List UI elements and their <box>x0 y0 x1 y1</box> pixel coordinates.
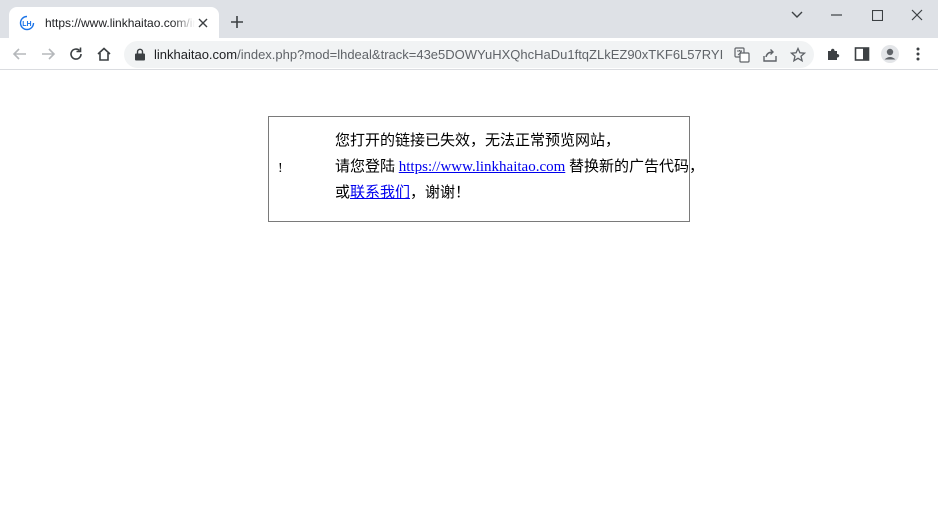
back-arrow-icon[interactable] <box>10 44 30 64</box>
svg-text:LH: LH <box>22 21 31 28</box>
browser-tab[interactable]: LH https://www.linkhaitao.com/index.php?… <box>9 7 219 38</box>
tab-title: https://www.linkhaitao.com/index.php?mod… <box>45 15 195 30</box>
expired-link-notice: ! 您打开的链接已失效，无法正常预览网站， 请您登陆 https://www.l… <box>268 116 704 222</box>
puzzle-icon[interactable] <box>824 44 844 64</box>
browser-toolbar: linkhaitao.com/index.php?mod=lhdeal&trac… <box>0 38 938 70</box>
notice-text: 您打开的链接已失效，无法正常预览网站， 请您登陆 https://www.lin… <box>335 128 704 206</box>
address-bar[interactable]: linkhaitao.com/index.php?mod=lhdeal&trac… <box>124 41 814 68</box>
translate-icon[interactable] <box>732 45 752 65</box>
close-icon[interactable] <box>195 15 211 31</box>
profile-icon[interactable] <box>880 44 900 64</box>
replace-code-text: 替换新的广告代码， <box>565 159 705 175</box>
notice-line-2: 请您登陆 https://www.linkhaitao.com 替换新的广告代码… <box>335 154 704 180</box>
thanks-text: ，谢谢！ <box>410 185 471 201</box>
chevron-down-icon[interactable] <box>777 0 817 30</box>
close-window-icon[interactable] <box>897 0 937 30</box>
side-panel-icon[interactable] <box>852 44 872 64</box>
login-prefix: 请您登陆 <box>335 159 399 175</box>
or-text: 或 <box>335 185 351 201</box>
tab-strip: LH https://www.linkhaitao.com/index.php?… <box>0 0 938 38</box>
notice-line-3: 或联系我们，谢谢！ <box>335 180 704 206</box>
linkhaitao-link[interactable]: https://www.linkhaitao.com <box>399 159 566 175</box>
star-icon[interactable] <box>788 45 808 65</box>
reload-icon[interactable] <box>66 44 86 64</box>
favicon-lh-icon: LH <box>19 15 35 31</box>
minimize-icon[interactable] <box>817 0 857 30</box>
url-host: linkhaitao.com <box>154 47 238 62</box>
url-path: /index.php?mod=lhdeal&track=43e5DOWYuHXQ… <box>237 47 724 62</box>
plus-icon[interactable] <box>228 13 246 31</box>
forward-arrow-icon[interactable] <box>38 44 58 64</box>
notice-line-1: 您打开的链接已失效，无法正常预览网站， <box>335 133 621 149</box>
lock-icon[interactable] <box>134 48 146 61</box>
url-text[interactable]: linkhaitao.com/index.php?mod=lhdeal&trac… <box>154 47 724 63</box>
share-icon[interactable] <box>760 45 780 65</box>
contact-us-link[interactable]: 联系我们 <box>350 185 410 201</box>
kebab-menu-icon[interactable] <box>908 44 928 64</box>
maximize-icon[interactable] <box>857 0 897 30</box>
page-content: ! 您打开的链接已失效，无法正常预览网站， 请您登陆 https://www.l… <box>0 71 938 531</box>
warning-mark: ! <box>278 161 283 176</box>
home-icon[interactable] <box>94 44 114 64</box>
